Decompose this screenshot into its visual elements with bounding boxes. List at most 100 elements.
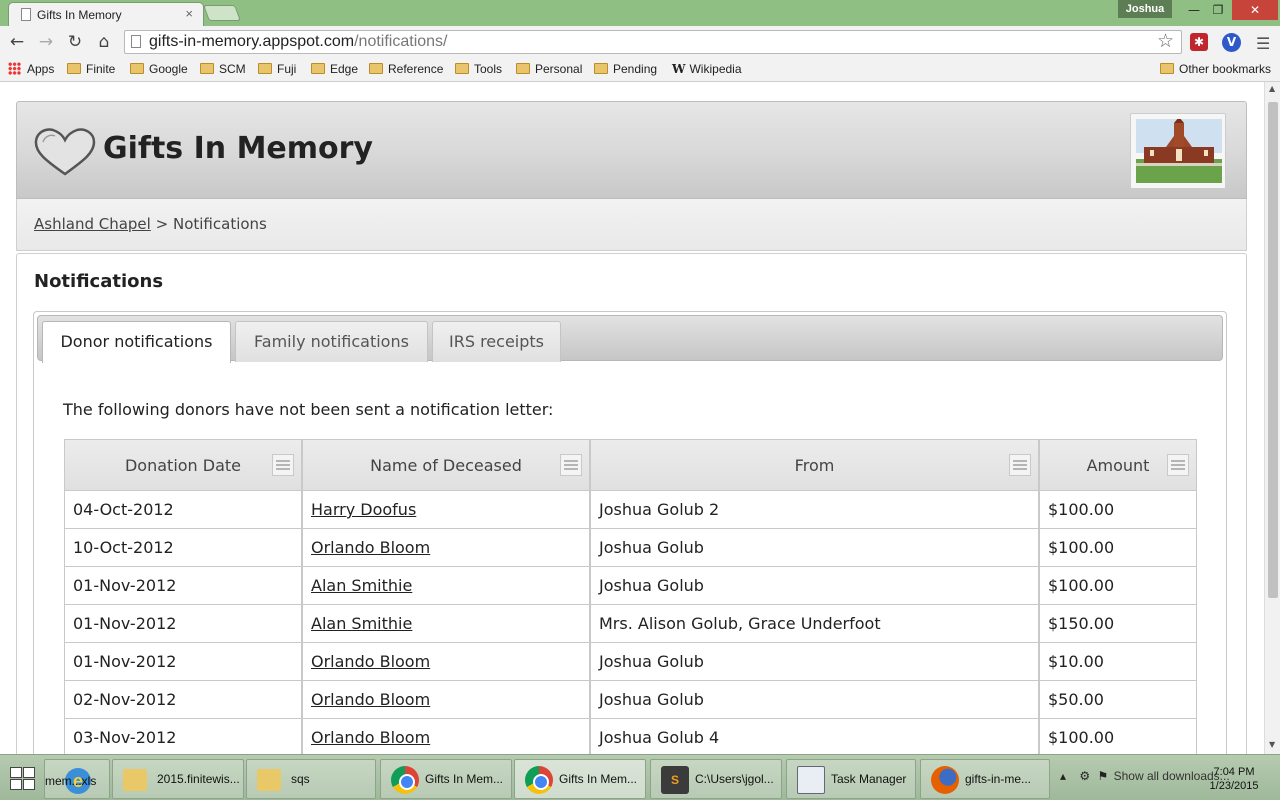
cell-from: Joshua Golub <box>590 681 1039 719</box>
windows-start-icon[interactable] <box>10 767 36 791</box>
profile-badge[interactable]: Joshua <box>1118 0 1172 18</box>
reload-icon[interactable]: ↻ <box>65 32 85 52</box>
other-bookmarks[interactable]: Other bookmarks <box>1160 62 1271 76</box>
bookmark-personal[interactable]: Personal <box>516 62 582 76</box>
table-row: 04-Oct-2012 Harry Doofus Joshua Golub 2 … <box>64 491 1197 529</box>
cell-amount: $100.00 <box>1039 529 1197 567</box>
cell-deceased: Orlando Bloom <box>302 529 590 567</box>
deceased-link[interactable]: Orlando Bloom <box>311 538 430 557</box>
folder-icon <box>311 63 325 74</box>
taskbar-item-firefox[interactable]: gifts-in-me... <box>920 759 1050 799</box>
wikipedia-icon: W <box>672 62 686 76</box>
column-header-name-of-deceased[interactable]: Name of Deceased <box>302 439 590 491</box>
taskbar-item-chrome-2[interactable]: Gifts In Mem... <box>514 759 646 799</box>
column-header-amount[interactable]: Amount <box>1039 439 1197 491</box>
table-row: 01-Nov-2012 Orlando Bloom Joshua Golub $… <box>64 643 1197 681</box>
column-header-from[interactable]: From <box>590 439 1039 491</box>
page-viewport: Gifts In Memory Ashland Chapel > Notific… <box>0 82 1264 754</box>
cell-amount: $50.00 <box>1039 681 1197 719</box>
taskbar-item-folder-finitewis[interactable]: 2015.finitewis... <box>112 759 244 799</box>
cell-donation-date: 02-Nov-2012 <box>64 681 302 719</box>
taskbar-item-excel[interactable]: e mem...xls <box>44 759 110 799</box>
sort-icon[interactable] <box>560 454 582 476</box>
page-scrollbar[interactable]: ▲ ▼ <box>1264 82 1280 754</box>
cell-deceased: Alan Smithie <box>302 605 590 643</box>
taskbar-item-chrome-1[interactable]: Gifts In Mem... <box>380 759 512 799</box>
tray-flag-icon[interactable]: ⚑ <box>1097 769 1108 783</box>
cell-amount: $100.00 <box>1039 491 1197 529</box>
bookmark-google[interactable]: Google <box>130 62 188 76</box>
taskbar-item-sublime[interactable]: S C:\Users\jgol... <box>650 759 782 799</box>
folder-icon <box>257 769 281 791</box>
column-header-donation-date[interactable]: Donation Date <box>64 439 302 491</box>
scroll-up-icon[interactable]: ▲ <box>1269 84 1275 93</box>
sort-icon[interactable] <box>1167 454 1189 476</box>
bookmark-scm[interactable]: SCM <box>200 62 246 76</box>
bookmark-apps[interactable]: Apps <box>8 62 54 76</box>
bookmark-edge[interactable]: Edge <box>311 62 358 76</box>
chapel-photo <box>1130 113 1226 189</box>
breadcrumb-link-ashland-chapel[interactable]: Ashland Chapel <box>34 215 151 233</box>
folder-icon <box>369 63 383 74</box>
deceased-link[interactable]: Alan Smithie <box>311 576 412 595</box>
bookmark-wikipedia[interactable]: W Wikipedia <box>672 62 742 76</box>
address-bar[interactable]: gifts-in-memory.appspot.com/notification… <box>124 30 1182 54</box>
extension-lastpass-icon[interactable]: ✱ <box>1190 33 1208 51</box>
tab-family-notifications[interactable]: Family notifications <box>235 321 428 362</box>
firefox-icon <box>931 766 959 794</box>
page-info-icon <box>131 35 141 48</box>
deceased-link[interactable]: Harry Doofus <box>311 500 416 519</box>
cell-deceased: Alan Smithie <box>302 567 590 605</box>
system-clock[interactable]: 7:04 PM 1/23/2015 <box>1196 765 1272 793</box>
forward-icon[interactable]: → <box>36 32 56 52</box>
taskbar-item-folder-sqs[interactable]: sqs <box>246 759 376 799</box>
heart-logo-icon <box>34 128 96 176</box>
window-close-icon[interactable]: ✕ <box>1232 0 1278 20</box>
browser-tab[interactable]: Gifts In Memory × <box>8 2 204 26</box>
deceased-link[interactable]: Orlando Bloom <box>311 652 430 671</box>
tab-irs-receipts[interactable]: IRS receipts <box>432 321 561 362</box>
new-tab-button[interactable] <box>203 5 241 21</box>
bookmark-star-icon[interactable]: ☆ <box>1157 30 1174 52</box>
back-icon[interactable]: ← <box>7 32 27 52</box>
scroll-thumb[interactable] <box>1268 102 1278 598</box>
restore-icon[interactable]: ❐ <box>1204 0 1232 20</box>
deceased-link[interactable]: Alan Smithie <box>311 614 412 633</box>
table-row: 01-Nov-2012 Alan Smithie Joshua Golub $1… <box>64 567 1197 605</box>
deceased-link[interactable]: Orlando Bloom <box>311 690 430 709</box>
tabs-container: Donor notifications Family notifications… <box>33 311 1227 754</box>
tab-donor-notifications[interactable]: Donor notifications <box>42 321 231 363</box>
cell-amount: $10.00 <box>1039 643 1197 681</box>
sort-icon[interactable] <box>1009 454 1031 476</box>
browser-titlebar: Gifts In Memory × Joshua — ❐ ✕ <box>0 0 1280 26</box>
cell-deceased: Harry Doofus <box>302 491 590 529</box>
cell-donation-date: 03-Nov-2012 <box>64 719 302 754</box>
chrome-icon <box>525 766 553 794</box>
site-title: Gifts In Memory <box>103 131 373 166</box>
bookmark-finite[interactable]: Finite <box>67 62 115 76</box>
cell-amount: $100.00 <box>1039 567 1197 605</box>
folder-icon <box>200 63 214 74</box>
cell-from: Joshua Golub <box>590 643 1039 681</box>
chrome-menu-icon[interactable]: ☰ <box>1256 34 1270 53</box>
deceased-link[interactable]: Orlando Bloom <box>311 728 430 747</box>
scroll-down-icon[interactable]: ▼ <box>1269 740 1275 749</box>
table-row: 02-Nov-2012 Orlando Bloom Joshua Golub $… <box>64 681 1197 719</box>
home-icon[interactable]: ⌂ <box>94 32 114 52</box>
extension-v-icon[interactable]: V <box>1222 33 1241 52</box>
bookmark-reference[interactable]: Reference <box>369 62 443 76</box>
tray-expand-icon[interactable]: ▴ <box>1060 769 1066 783</box>
bookmark-pending[interactable]: Pending <box>594 62 657 76</box>
table-row: 01-Nov-2012 Alan Smithie Mrs. Alison Gol… <box>64 605 1197 643</box>
bookmark-fuji[interactable]: Fuji <box>258 62 296 76</box>
cell-from: Mrs. Alison Golub, Grace Underfoot <box>590 605 1039 643</box>
sort-ascending-icon[interactable] <box>272 454 294 476</box>
taskbar-item-task-manager[interactable]: Task Manager <box>786 759 916 799</box>
bookmark-tools[interactable]: Tools <box>455 62 502 76</box>
folder-icon <box>258 63 272 74</box>
cell-from: Joshua Golub <box>590 567 1039 605</box>
tray-network-icon[interactable]: ⚙ <box>1079 769 1090 783</box>
folder-icon <box>130 63 144 74</box>
close-tab-icon[interactable]: × <box>185 6 193 21</box>
tabs-bar: Donor notifications Family notifications… <box>37 315 1223 363</box>
